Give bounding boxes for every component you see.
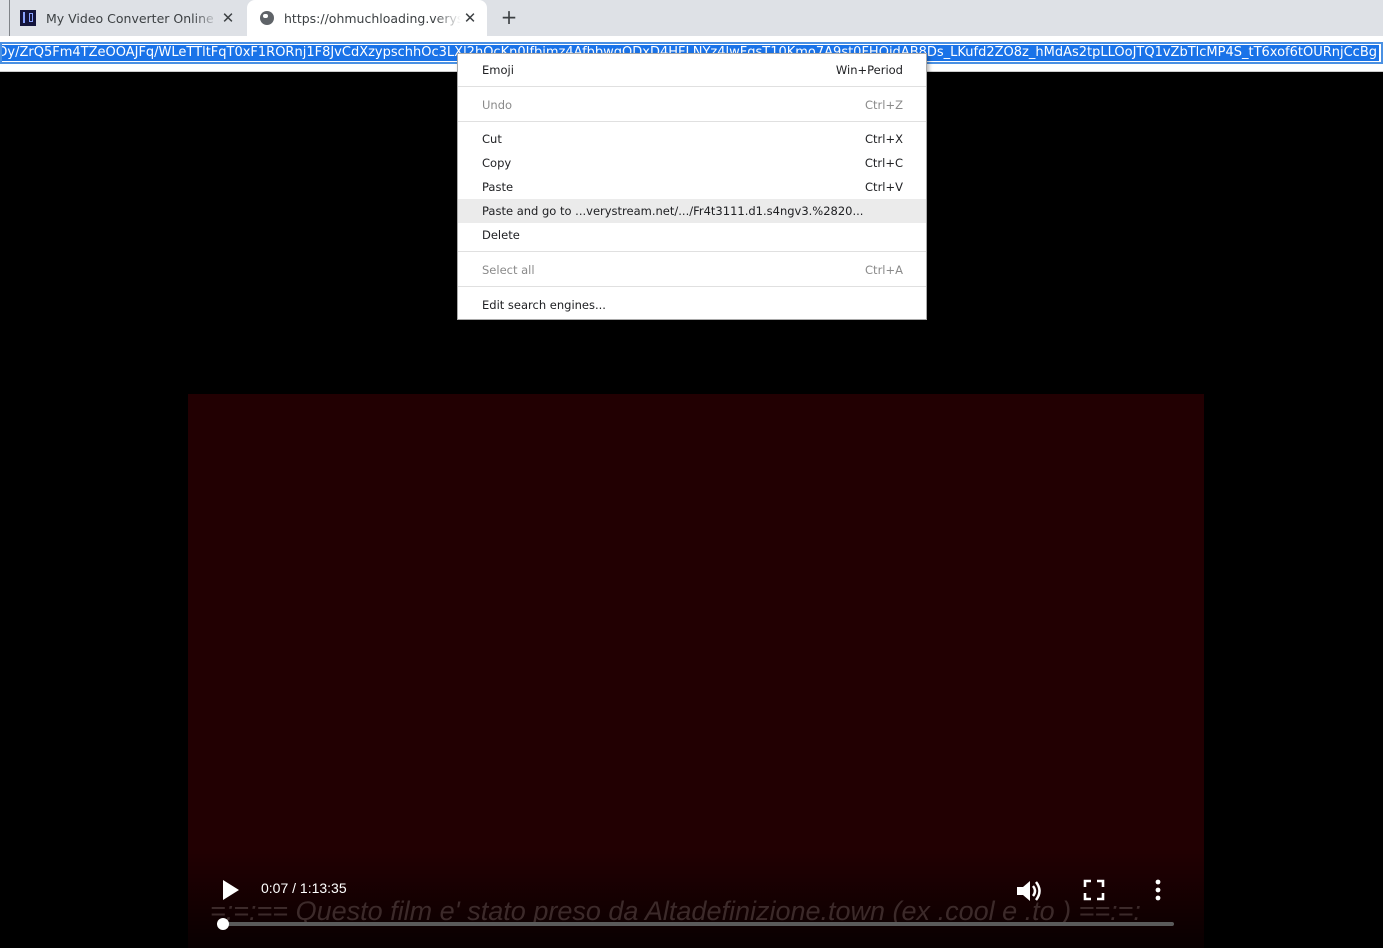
- menu-item-shortcut: Win+Period: [835, 63, 903, 77]
- fullscreen-icon[interactable]: [1082, 878, 1106, 902]
- tab-video-converter-blog[interactable]: My Video Converter Online Blog ✕: [9, 0, 245, 36]
- tab-title: My Video Converter Online Blog: [46, 10, 219, 26]
- menu-item-label: Edit search engines...: [482, 298, 606, 312]
- menu-divider: [458, 86, 926, 87]
- menu-item-delete[interactable]: Delete: [458, 223, 926, 247]
- menu-item-paste-and-go[interactable]: Paste and go to ...verystream.net/.../Fr…: [458, 199, 926, 223]
- menu-item-shortcut: Ctrl+V: [865, 180, 903, 194]
- time-display: 0:07 / 1:13:35: [261, 880, 347, 896]
- more-vert-icon[interactable]: [1150, 876, 1166, 904]
- volume-icon[interactable]: [1014, 877, 1044, 905]
- menu-item-cut[interactable]: Cut Ctrl+X: [458, 127, 926, 151]
- menu-item-label: Emoji: [482, 63, 514, 77]
- menu-item-label: Select all: [482, 263, 535, 277]
- globe-icon: [260, 11, 274, 25]
- menu-item-emoji[interactable]: Emoji Win+Period: [458, 58, 926, 82]
- menu-item-label: Delete: [482, 228, 520, 242]
- menu-item-label: Paste and go to ...verystream.net/.../Fr…: [482, 204, 864, 218]
- play-icon[interactable]: [218, 876, 242, 904]
- site-favicon-icon: [20, 10, 36, 26]
- menu-item-label: Cut: [482, 132, 502, 146]
- progress-bar[interactable]: [216, 918, 1174, 930]
- menu-item-label: Paste: [482, 180, 514, 194]
- menu-item-label: Undo: [482, 98, 513, 112]
- menu-item-undo[interactable]: Undo Ctrl+Z: [458, 93, 926, 117]
- tab-close-icon[interactable]: ✕: [461, 9, 479, 27]
- menu-item-paste[interactable]: Paste Ctrl+V: [458, 175, 926, 199]
- menu-item-shortcut: Ctrl+Z: [865, 98, 903, 112]
- tab-close-icon[interactable]: ✕: [219, 9, 237, 27]
- context-menu: Emoji Win+Period Undo Ctrl+Z Cut Ctrl+X …: [457, 53, 927, 320]
- menu-item-label: Copy: [482, 156, 512, 170]
- menu-divider: [458, 121, 926, 122]
- menu-item-shortcut: Ctrl+X: [865, 132, 903, 146]
- menu-divider: [458, 286, 926, 287]
- progress-thumb[interactable]: [216, 918, 229, 930]
- menu-item-select-all[interactable]: Select all Ctrl+A: [458, 258, 926, 282]
- menu-item-shortcut: Ctrl+C: [864, 156, 903, 170]
- tab-strip: My Video Converter Online Blog ✕ https:/…: [0, 0, 1383, 36]
- tab-verystream[interactable]: https://ohmuchloading.verystream ✕: [247, 0, 487, 36]
- video-player[interactable]: =:=:== Questo film e' stato preso da Alt…: [188, 394, 1204, 948]
- menu-item-shortcut: Ctrl+A: [865, 263, 903, 277]
- menu-item-edit-search-engines[interactable]: Edit search engines...: [458, 293, 926, 317]
- new-tab-button[interactable]: +: [498, 6, 520, 28]
- menu-item-copy[interactable]: Copy Ctrl+C: [458, 151, 926, 175]
- tab-title: https://ohmuchloading.verystream: [284, 10, 461, 26]
- menu-divider: [458, 251, 926, 252]
